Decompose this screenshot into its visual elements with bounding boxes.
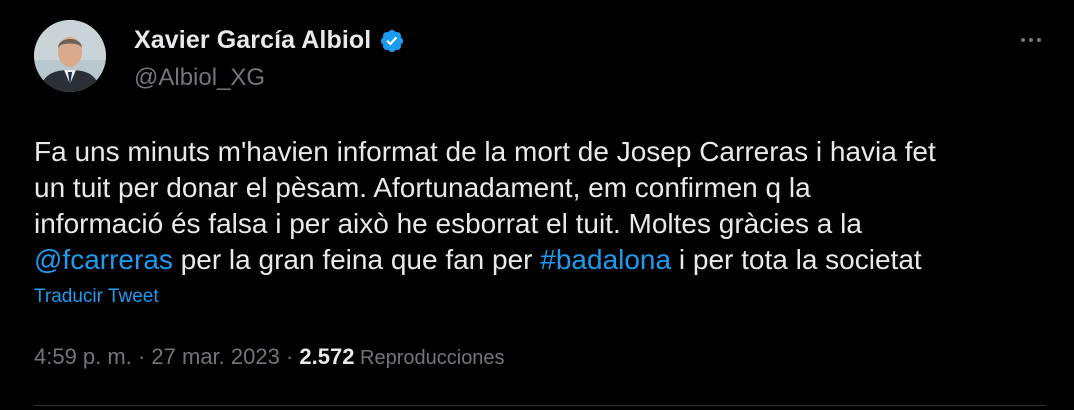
author-name-row: Xavier García Albiol — [134, 26, 405, 55]
mention-link[interactable]: @fcarreras — [34, 244, 173, 275]
views-count[interactable]: 2.572 — [299, 344, 354, 369]
divider — [34, 405, 1046, 406]
tweet-text-segment: per la gran feina que fan per — [172, 244, 541, 275]
meta-separator: · — [131, 344, 152, 369]
author-handle[interactable]: @Albiol_XG — [134, 64, 265, 92]
tweet-text-segment: i per tota la societat — [671, 244, 922, 275]
dot-icon — [1021, 38, 1025, 42]
translate-tweet-link[interactable]: Traducir Tweet — [34, 286, 159, 308]
hashtag-link[interactable]: #badalona — [540, 244, 671, 275]
tweet-card: Xavier García Albiol @Albiol_XG Fa uns m… — [0, 0, 1074, 410]
dot-icon — [1037, 38, 1041, 42]
more-options-icon[interactable] — [1016, 30, 1046, 50]
tweet-text-line: @fcarreras per la gran feina que fan per… — [34, 242, 1044, 278]
tweet-text-line: Fa uns minuts m'havien informat de la mo… — [34, 136, 936, 167]
tweet-time[interactable]: 4:59 p. m. — [34, 344, 132, 369]
dot-icon — [1029, 38, 1033, 42]
tweet-date[interactable]: 27 mar. 2023 — [151, 344, 279, 369]
tweet-text-line: un tuit per donar el pèsam. Afortunadame… — [34, 172, 811, 203]
tweet-text: Fa uns minuts m'havien informat de la mo… — [34, 134, 1044, 278]
views-label: Reproducciones — [354, 347, 505, 369]
author-display-name[interactable]: Xavier García Albiol — [134, 26, 371, 55]
avatar-image — [34, 20, 106, 92]
tweet-meta: 4:59 p. m. · 27 mar. 2023 · 2.572 Reprod… — [34, 344, 505, 370]
tweet-text-line: informació és falsa i per això he esborr… — [34, 208, 862, 239]
verified-badge-icon[interactable] — [379, 28, 405, 54]
avatar[interactable] — [34, 20, 106, 92]
meta-separator: · — [279, 344, 300, 369]
